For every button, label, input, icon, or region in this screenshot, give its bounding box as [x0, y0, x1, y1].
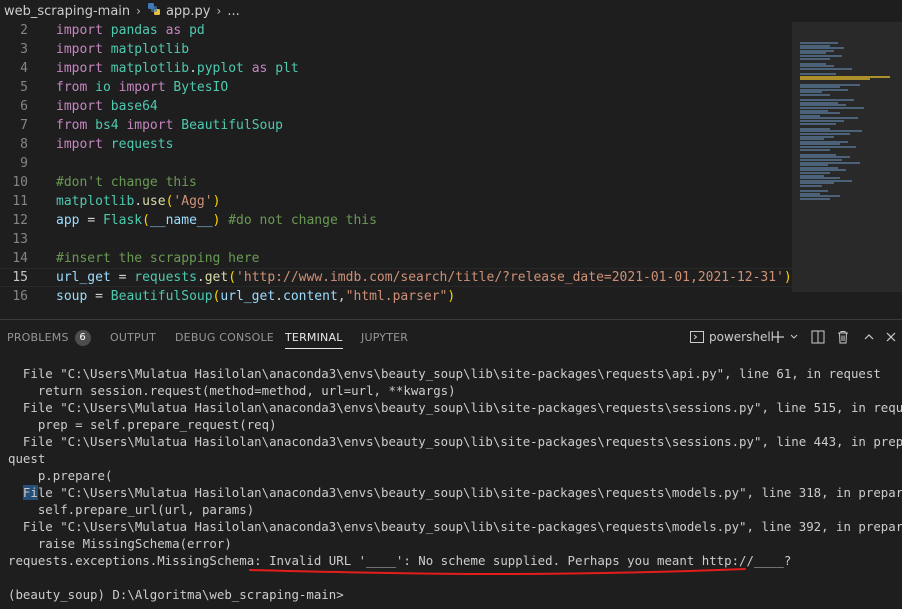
line-number: 8 — [20, 137, 28, 152]
terminal-line: raise MissingSchema(error) — [8, 536, 232, 551]
terminal-line: quest — [8, 451, 46, 466]
code-text: import matplotlib.pyplot as plt — [56, 61, 299, 76]
line-number: 12 — [12, 213, 28, 228]
code-text: matplotlib.use('Agg') — [56, 194, 221, 209]
minimap-line — [800, 68, 852, 70]
terminal-line: File "C:\Users\Mulatua Hasilolan\anacond… — [22, 485, 902, 500]
code-line[interactable]: 13 — [0, 230, 792, 249]
code-line[interactable]: 11 matplotlib.use('Agg') — [0, 192, 792, 211]
minimap-line — [800, 94, 830, 96]
line-number: 13 — [12, 232, 28, 247]
minimap-line — [800, 78, 870, 81]
code-line[interactable]: 7 from bs4 import BeautifulSoup — [0, 116, 792, 135]
minimap-line — [800, 148, 830, 151]
text-selection: Fi — [22, 485, 38, 500]
chevron-right-icon: › — [136, 4, 141, 18]
split-terminal-icon[interactable] — [810, 329, 826, 347]
code-line[interactable]: 4 import matplotlib.pyplot as plt — [0, 59, 792, 78]
code-line[interactable]: 12 app = Flask(__name__) #do not change t… — [0, 211, 792, 230]
code-text: soup = BeautifulSoup(url_get.content,"ht… — [56, 289, 456, 304]
terminal-line: self.prepare_url(url, params) — [8, 502, 255, 517]
line-number: 16 — [12, 289, 28, 304]
tab-label: OUTPUT — [110, 331, 157, 344]
code-text: import pandas as pd — [56, 23, 205, 38]
terminal-line: File "C:\Users\Mulatua Hasilolan\anacond… — [8, 434, 902, 449]
python-file-icon — [147, 2, 161, 20]
red-underline-annotation — [249, 568, 746, 576]
code-text: import requests — [56, 137, 174, 152]
tab-label: DEBUG CONSOLE — [175, 331, 274, 344]
line-number: 2 — [20, 23, 28, 38]
close-icon[interactable] — [884, 329, 898, 347]
code-text: from bs4 import BeautifulSoup — [56, 118, 283, 133]
terminal-icon — [689, 329, 705, 347]
breadcrumb: web_scraping-main › app.py › ... — [0, 0, 902, 22]
code-text: url_get = requests.get('http://www.imdb.… — [56, 270, 792, 285]
breadcrumb-symbol[interactable]: ... — [227, 4, 239, 19]
code-text: #insert the scrapping here — [56, 251, 260, 266]
tab-terminal[interactable]: TERMINAL — [285, 320, 343, 355]
breadcrumb-file[interactable]: app.py — [166, 4, 211, 19]
code-text: #don't change this — [56, 175, 197, 190]
code-line[interactable]: 14 #insert the scrapping here — [0, 249, 792, 268]
code-text: import matplotlib — [56, 42, 190, 57]
line-number: 15 — [12, 270, 28, 285]
chevron-down-icon[interactable] — [789, 329, 799, 347]
terminal-line: (beauty_soup) D:\Algoritma\web_scraping-… — [8, 587, 344, 602]
minimap-line — [800, 122, 836, 125]
terminal-line: File "C:\Users\Mulatua Hasilolan\anacond… — [8, 366, 881, 381]
minimap-line — [800, 185, 822, 187]
terminal-shell-selector[interactable]: powershell — [709, 320, 774, 355]
line-number: 7 — [20, 118, 28, 133]
code-text: from io import BytesIO — [56, 80, 229, 95]
line-number: 3 — [20, 42, 28, 57]
line-number: 4 — [20, 61, 28, 76]
panel-tab-bar: PROBLEMS 6 OUTPUT DEBUG CONSOLE TERMINAL … — [0, 319, 902, 355]
terminal-line: File "C:\Users\Mulatua Hasilolan\anacond… — [8, 519, 902, 534]
chevron-right-icon: › — [216, 4, 222, 18]
tab-label: PROBLEMS — [7, 331, 69, 344]
code-line[interactable]: 16 soup = BeautifulSoup(url_get.content,"… — [0, 287, 792, 306]
minimap-line — [800, 57, 830, 60]
terminal-line: p.prepare( — [8, 468, 113, 483]
code-line[interactable]: 5 from io import BytesIO — [0, 78, 792, 97]
line-number: 9 — [20, 156, 28, 171]
terminal-line: File "C:\Users\Mulatua Hasilolan\anacond… — [8, 400, 902, 415]
code-text: import base64 — [56, 99, 158, 114]
line-number: 14 — [12, 251, 28, 266]
code-line[interactable]: 15 url_get = requests.get('http://www.imd… — [0, 268, 792, 287]
breadcrumb-folder[interactable]: web_scraping-main — [0, 4, 130, 19]
tab-label: TERMINAL — [285, 331, 343, 344]
code-line[interactable]: 3 import matplotlib — [0, 40, 792, 59]
line-number: 5 — [20, 80, 28, 95]
tab-jupyter[interactable]: JUPYTER — [361, 320, 408, 355]
minimap-line — [800, 198, 830, 200]
tab-label: JUPYTER — [361, 331, 409, 344]
code-line[interactable]: 8 import requests — [0, 135, 792, 154]
terminal-line: return session.request(method=method, ur… — [8, 383, 456, 398]
code-editor[interactable]: 2 import pandas as pd 3 import matplotlib 4 i… — [0, 22, 792, 319]
minimap[interactable] — [792, 22, 902, 319]
line-number: 11 — [12, 194, 28, 209]
terminal-line: prep = self.prepare_request(req) — [8, 417, 277, 432]
tab-problems[interactable]: PROBLEMS 6 — [7, 320, 91, 355]
trash-icon[interactable] — [835, 329, 851, 347]
code-line[interactable]: 10 #don't change this — [0, 173, 792, 192]
code-line[interactable]: 6 import base64 — [0, 97, 792, 116]
line-number: 10 — [12, 175, 28, 190]
add-terminal-icon[interactable] — [770, 329, 786, 347]
code-line[interactable]: 2 import pandas as pd — [0, 22, 792, 40]
chevron-up-icon[interactable] — [862, 329, 876, 347]
problems-count-badge: 6 — [74, 330, 91, 346]
tab-debug-console[interactable]: DEBUG CONSOLE — [175, 320, 274, 355]
code-line[interactable]: 9 — [0, 154, 792, 173]
code-text: app = Flask(__name__) #do not change thi… — [56, 213, 377, 228]
line-number: 6 — [20, 99, 28, 114]
tab-output[interactable]: OUTPUT — [110, 320, 156, 355]
